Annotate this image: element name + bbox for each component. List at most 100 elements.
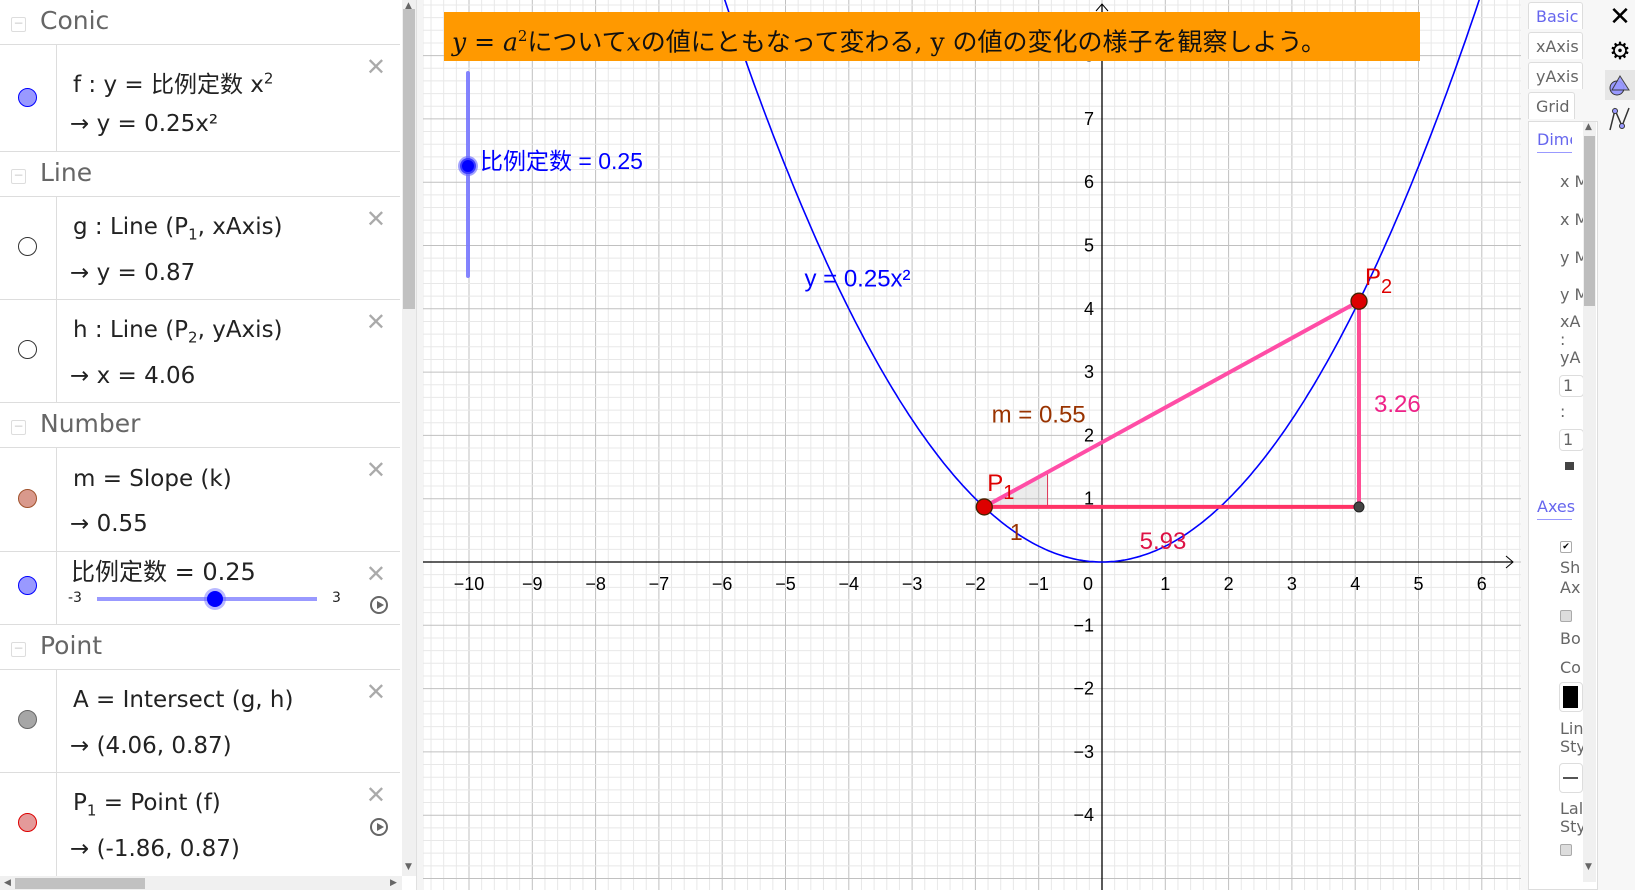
x-tick-label: 1 [1160,574,1170,594]
close-icon[interactable]: ✕ [1605,2,1635,32]
visibility-toggle[interactable] [18,237,37,256]
point-p2-label: P2 [1365,264,1392,298]
tab-xaxis[interactable]: xAxis [1528,32,1583,59]
section-dimensions[interactable]: Dimer [1537,130,1572,153]
y-tick-label: 4 [1084,299,1094,319]
visibility-toggle[interactable] [18,489,37,508]
ratio-x-input[interactable]: 1 [1559,375,1584,397]
definition[interactable]: 比例定数 = 0.25 [71,552,256,587]
close-icon[interactable]: ✕ [366,55,386,79]
close-icon[interactable]: ✕ [366,783,386,807]
definition[interactable]: m = Slope (k) [73,466,232,492]
collapse-icon[interactable]: − [11,169,26,184]
algebra-horizontal-scrollbar[interactable]: ◀ ▶ [0,876,402,890]
instruction-banner: y = a2についてxの値にともなって変わる, y の値の変化の様子を観察しよう… [444,12,1420,61]
play-icon[interactable] [370,818,388,836]
close-icon[interactable]: ✕ [366,458,386,482]
graphics-settings-icon[interactable] [1605,70,1635,100]
scrollbar-thumb[interactable] [1584,136,1595,306]
algebra-view: − Conic f : y = 比例定数 x2 → y = 0.25x² ✕ −… [0,0,402,876]
category-conic[interactable]: − Conic [0,0,400,45]
x-tick-label: 6 [1477,574,1487,594]
scrollbar-thumb[interactable] [15,878,145,889]
x-tick-label: 3 [1287,574,1297,594]
section-axes[interactable]: Axes [1537,497,1575,520]
settings-scrollbar[interactable]: ▲ ▼ [1583,122,1596,882]
x-tick-label: −3 [902,574,923,594]
algebra-vertical-scrollbar[interactable]: ▲ ▼ [402,0,416,876]
canvas-slider-label: 比例定数 = 0.25 [480,148,643,174]
x-tick-label: −6 [712,574,733,594]
graphics-view[interactable]: −10 −9 −8 −7 −6 −5 −4 −3 −2 −1 0 1 2 3 4 5 6−4−3−2−11234… [423,0,1521,890]
color-button[interactable] [1559,682,1583,712]
tab-grid[interactable]: Grid [1528,92,1575,119]
point-a[interactable] [1353,501,1365,513]
algebra-settings-icon[interactable] [1605,104,1635,134]
scroll-right-icon[interactable]: ▶ [390,878,397,888]
ratio-y-input[interactable]: 1 [1559,429,1584,451]
category-number[interactable]: − Number [0,403,400,448]
algebra-item-g[interactable]: g : Line (P1, xAxis) → y = 0.87 ✕ [0,197,400,300]
gear-icon[interactable]: ⚙ [1605,36,1635,66]
tab-basic[interactable]: Basic [1528,2,1583,29]
x-tick-label: −2 [965,574,986,594]
setting-label: Lin [1560,719,1584,738]
algebra-item-m[interactable]: m = Slope (k) → 0.55 ✕ [0,448,400,552]
definition[interactable]: P1 = Point (f) [73,790,221,820]
label-style-checkbox[interactable] [1560,844,1572,856]
definition[interactable]: h : Line (P2, yAxis) [73,317,283,347]
close-icon[interactable]: ✕ [366,562,386,586]
setting-label: yA [1560,348,1581,367]
close-icon[interactable]: ✕ [366,680,386,704]
collapse-icon[interactable]: − [11,17,26,32]
value: → (-1.86, 0.87) [70,836,240,862]
x-tick-label: −9 [522,574,543,594]
x-tick-label: −8 [585,574,606,594]
y-tick-label: −4 [1073,805,1094,825]
point-p2[interactable] [1350,292,1368,310]
category-point[interactable]: − Point [0,625,400,670]
close-icon[interactable]: ✕ [366,207,386,231]
point-p1[interactable] [975,498,993,516]
visibility-toggle[interactable] [18,710,37,729]
algebra-item-f[interactable]: f : y = 比例定数 x2 → y = 0.25x² ✕ [0,45,400,152]
algebra-item-a[interactable]: A = Intersect (g, h) → (4.06, 0.87) ✕ [0,670,400,773]
y-tick-label: 5 [1084,236,1094,256]
scrollbar-thumb[interactable] [403,9,415,309]
algebra-item-p1[interactable]: P1 = Point (f) → (-1.86, 0.87) ✕ [0,773,400,876]
definition[interactable]: f : y = 比例定数 x2 [73,65,273,99]
value: → x = 4.06 [70,363,196,389]
line-style-button[interactable] [1559,763,1583,793]
setting-label: : [1560,330,1566,349]
slope-unit-label: 1 [1010,519,1023,545]
tab-yaxis[interactable]: yAxis [1528,62,1583,89]
visibility-toggle[interactable] [18,88,37,107]
y-tick-label: −3 [1073,742,1094,762]
scroll-up-icon[interactable]: ▲ [1585,122,1592,132]
definition[interactable]: g : Line (P1, xAxis) [73,214,283,244]
algebra-item-slider[interactable]: 比例定数 = 0.25 -3 3 ✕ [0,552,400,625]
visibility-toggle[interactable] [18,576,37,595]
scroll-down-icon[interactable]: ▼ [405,862,412,872]
collapse-icon[interactable]: − [11,642,26,657]
value: → y = 0.87 [70,260,196,286]
collapse-icon[interactable]: − [11,420,26,435]
axes [423,3,1514,890]
curve-label: y = 0.25x² [804,266,910,293]
visibility-toggle[interactable] [18,813,37,832]
y-tick-label: 7 [1084,109,1094,129]
lock-icon[interactable] [1565,462,1574,470]
bold-checkbox[interactable] [1560,610,1572,622]
visibility-toggle[interactable] [18,340,37,359]
settings-content: Dimer x M x M y M y M xA : yA 1 : 1 Axes… [1528,121,1598,890]
slider-handle[interactable] [207,591,223,607]
definition[interactable]: A = Intersect (g, h) [73,687,293,713]
algebra-item-h[interactable]: h : Line (P2, yAxis) → x = 4.06 ✕ [0,300,400,403]
category-line[interactable]: − Line [0,152,400,197]
scroll-down-icon[interactable]: ▼ [1585,862,1592,872]
show-axes-checkbox[interactable]: ✔ [1560,541,1572,553]
canvas-slider-handle[interactable] [458,156,478,177]
close-icon[interactable]: ✕ [366,310,386,334]
scroll-left-icon[interactable]: ◀ [4,878,11,888]
play-icon[interactable] [370,596,388,614]
